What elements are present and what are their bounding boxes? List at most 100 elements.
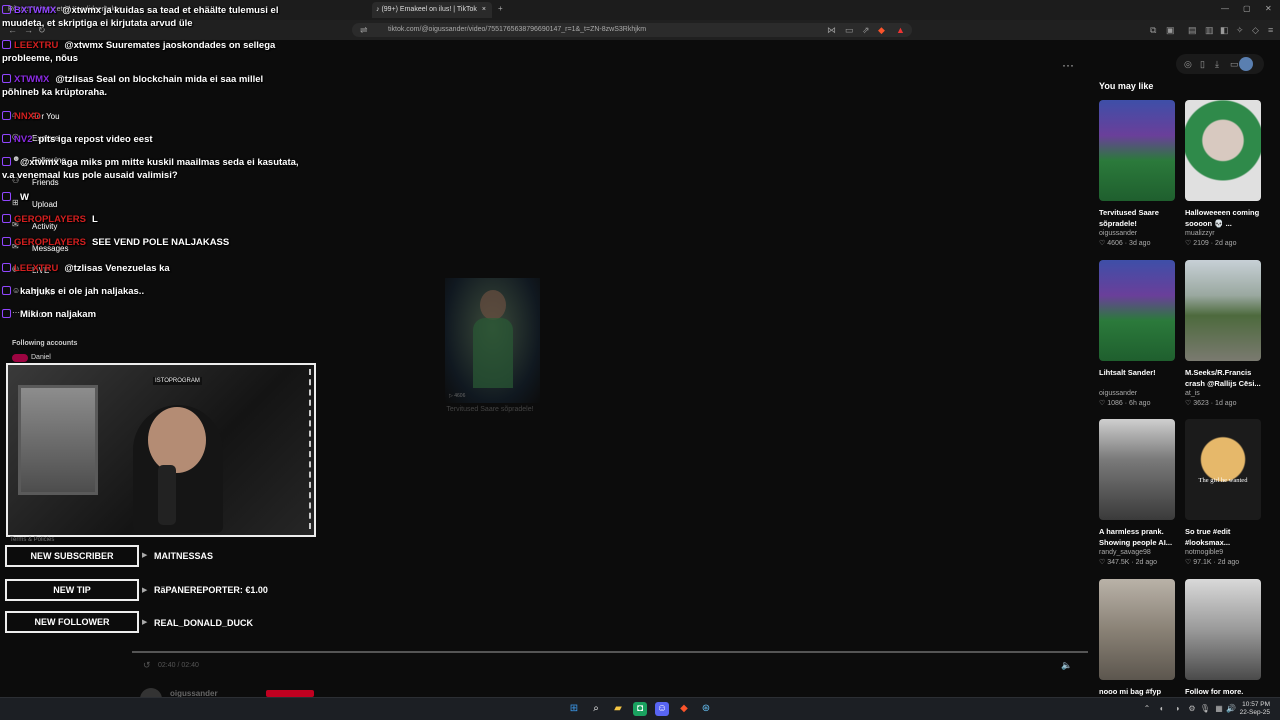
feed-card[interactable]: Halloweeeen coming soooon 💀 ... mualizzyr…	[1185, 100, 1261, 249]
tray-app-icon[interactable]: ⚙	[1185, 702, 1199, 716]
phone-icon[interactable]: ▯	[1200, 58, 1205, 70]
shield-icon[interactable]: ◇	[1252, 24, 1259, 36]
streamer-face	[148, 407, 206, 473]
video-progress-bar[interactable]	[132, 651, 1088, 653]
feed-card[interactable]: nooo mi bag #fyp	[1099, 579, 1175, 708]
close-window-icon[interactable]: ✕	[1265, 4, 1272, 13]
vpn-icon[interactable]: ◧	[1220, 24, 1229, 36]
chat-text: kahjuks ei ole jah naljakas..	[20, 286, 145, 297]
system-clock[interactable]: 10:57 PM 22-Sep-25	[1240, 701, 1270, 717]
tray-chevron-icon[interactable]: ⌃	[1140, 702, 1154, 716]
menu-icon[interactable]: ≡	[1268, 24, 1273, 36]
steam-icon[interactable]: ⊛	[699, 702, 713, 716]
reading-list-icon[interactable]: ▥	[1205, 24, 1214, 36]
chat-message: Miki on naljakam	[2, 308, 302, 321]
play-arrow-icon: ▶	[142, 552, 148, 559]
discord-icon[interactable]: ☺	[655, 702, 669, 716]
feed-card-author[interactable]: mualizzyr	[1185, 229, 1261, 239]
minimize-icon[interactable]: —	[1221, 4, 1229, 13]
volume-icon[interactable]: 🔈	[1061, 660, 1072, 671]
feed-card-author[interactable]: oigussander	[1099, 229, 1175, 239]
frame-decoration	[306, 369, 311, 529]
rewards-icon[interactable]: ▲	[896, 24, 905, 36]
maximize-icon[interactable]: ▢	[1243, 4, 1251, 13]
url-text: tiktok.com/@oigussander/video/7551765638…	[388, 26, 647, 33]
terms-link[interactable]: Terms & Policies	[10, 537, 54, 543]
feed-card[interactable]: The girl he wanted So true #edit #looksma…	[1185, 419, 1261, 568]
chat-username: LEEXTRU	[14, 263, 59, 274]
feed-card-author[interactable]: randy_savage98	[1099, 548, 1175, 558]
search-icon[interactable]: ⌕	[589, 702, 603, 716]
sidebar-toggle-icon[interactable]: ▤	[1188, 24, 1197, 36]
compass-icon[interactable]: ◎	[1184, 58, 1192, 70]
video-thumbnail[interactable]	[1185, 579, 1261, 680]
tray-app-icon[interactable]: ◑	[1170, 702, 1184, 716]
twitch-badge-icon	[2, 237, 11, 246]
microphone-icon[interactable]: 🎙	[1198, 702, 1212, 716]
message-icon[interactable]: ▭	[1230, 58, 1239, 70]
feed-card-author[interactable]: notmogible9	[1185, 548, 1261, 558]
feed-card-author[interactable]: oigussander	[1099, 389, 1175, 399]
chat-text: SEE VEND POLE NALJAKASS	[91, 237, 230, 248]
video-thumbnail[interactable]	[1099, 100, 1175, 201]
following-account-name[interactable]: Daniel	[31, 354, 51, 361]
avatar	[12, 354, 28, 362]
video-thumbnail[interactable]	[1185, 100, 1261, 201]
clock-time: 10:57 PM	[1242, 701, 1270, 708]
video-thumbnail[interactable]	[1099, 260, 1175, 361]
feed-card-title: So true #edit #looksmax...	[1185, 527, 1231, 547]
new-tab-icon[interactable]: +	[498, 4, 503, 13]
chat-username: XTWMX	[14, 74, 50, 85]
follow-button[interactable]	[266, 690, 314, 697]
like-count: 97.1K	[1193, 559, 1212, 566]
feed-card[interactable]: Follow for more.	[1185, 579, 1261, 708]
leo-icon[interactable]: ✧	[1236, 24, 1244, 36]
video-player[interactable]: ▷ 4606	[445, 278, 540, 403]
progress-fill	[132, 651, 1088, 653]
share-icon[interactable]: ⇗	[862, 24, 870, 36]
download-icon[interactable]: ⤓	[1215, 58, 1219, 70]
feed-card[interactable]: M.Seeks/R.Francis crash @Rallijs Cēsi...…	[1185, 260, 1261, 409]
volume-icon[interactable]: 🔊	[1224, 702, 1238, 716]
feed-toolbar: ◎ ▯ ⤓ ▭	[1176, 54, 1264, 74]
feed-card-author[interactable]: at_is	[1185, 389, 1261, 399]
wallet-icon[interactable]: ▣	[1166, 24, 1175, 36]
tray-app-icon[interactable]: ◐	[1155, 702, 1169, 716]
feed-card[interactable]: Tervitused Saare sõpradele! oigussander ♡ …	[1099, 100, 1175, 249]
extensions-icon[interactable]: ⧉	[1150, 24, 1156, 36]
brave-icon[interactable]: ◆	[677, 702, 691, 716]
video-caption: Tervitused Saare sõpradele!	[446, 406, 534, 413]
video-thumbnail[interactable]	[1185, 260, 1261, 361]
feed-card[interactable]: Lihtsalt Sander! oigussander ♡ 1086 · 6h a…	[1099, 260, 1175, 409]
twitch-badge-icon	[2, 157, 11, 166]
more-options-icon[interactable]: ···	[1062, 58, 1074, 72]
video-thumbnail[interactable]	[1099, 419, 1175, 520]
replay-icon[interactable]: ↺	[143, 660, 151, 671]
extension-icon[interactable]: ⋈	[827, 24, 836, 36]
feed-card-meta: ♡ 1086 · 6h ago	[1099, 399, 1175, 409]
post-age: 2d ago	[1217, 559, 1240, 566]
video-thumbnail[interactable]: The girl he wanted	[1185, 419, 1261, 520]
windows-start-icon[interactable]: ⊞	[567, 702, 581, 716]
chat-message: GEROPLAYERS SEE VEND POLE NALJAKASS	[2, 236, 302, 249]
app-icon[interactable]: ◘	[633, 702, 647, 716]
heart-icon: ♡	[1185, 400, 1194, 407]
video-thumbnail[interactable]	[1099, 579, 1175, 680]
browser-tab-2[interactable]: ♪ (99+) Emakeel on ilus! | TikTok ×	[372, 2, 492, 18]
twitch-badge-icon	[2, 134, 11, 143]
heart-icon: ♡	[1099, 559, 1108, 566]
video-person-body	[473, 318, 513, 388]
chat-text: W	[20, 192, 29, 203]
feed-card[interactable]: A harmless prank. Showing people AI... ra…	[1099, 419, 1175, 568]
cast-icon[interactable]: ▭	[845, 24, 854, 36]
play-arrow-icon: ▶	[142, 619, 148, 626]
screen: Rõuge Neimmeetrid Kandideeritakse… ♪ (99…	[0, 0, 1280, 720]
brave-shield-icon[interactable]: ◆	[878, 24, 885, 36]
twitch-badge-icon	[2, 5, 11, 14]
file-explorer-icon[interactable]: ▰	[611, 702, 625, 716]
avatar[interactable]	[1239, 57, 1253, 71]
heart-icon: ♡	[1099, 400, 1108, 407]
close-tab-icon[interactable]: ×	[482, 2, 486, 18]
site-info-icon[interactable]: ⇌	[360, 24, 368, 36]
heart-icon: ♡	[1185, 559, 1194, 566]
